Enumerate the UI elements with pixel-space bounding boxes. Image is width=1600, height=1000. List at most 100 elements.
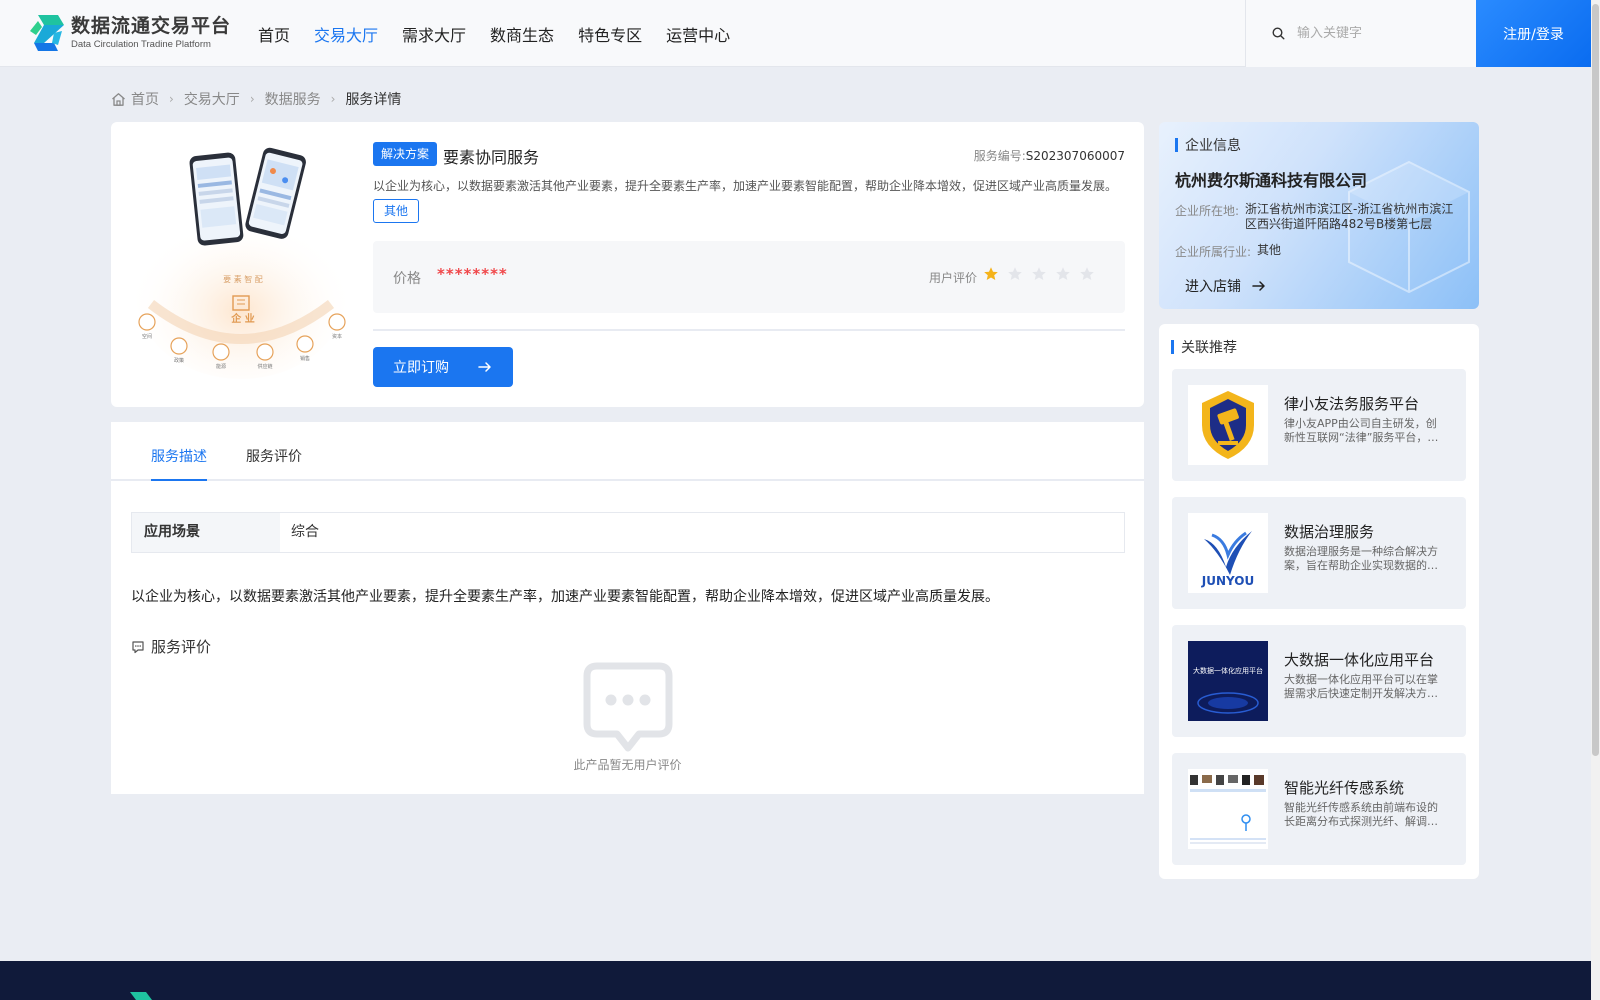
recommend-title: 数据治理服务 bbox=[1284, 523, 1375, 541]
fiber-sensing-thumbnail bbox=[1188, 769, 1268, 849]
recommend-thumbnail: JUNYOU bbox=[1188, 513, 1268, 593]
breadcrumb-current: 服务详情 bbox=[345, 92, 402, 108]
recommend-section-title: 关联推荐 bbox=[1171, 337, 1237, 357]
tab-service-reviews[interactable]: 服务评价 bbox=[246, 446, 302, 466]
service-code: 服务编号:S202307060007 bbox=[974, 147, 1125, 164]
breadcrumb-data-service[interactable]: 数据服务 bbox=[265, 89, 321, 109]
scrollbar-thumb[interactable] bbox=[1592, 4, 1599, 756]
nav-special-zone[interactable]: 特色专区 bbox=[578, 22, 642, 46]
image-node-label: 资本 bbox=[332, 333, 342, 340]
title-accent-bar bbox=[1171, 340, 1174, 354]
recommend-title: 智能光纤传感系统 bbox=[1284, 779, 1405, 797]
arrow-right-icon bbox=[478, 362, 491, 372]
bigdata-platform-thumbnail: 大数据一体化应用平台 bbox=[1188, 641, 1268, 721]
chevron-right-icon: › bbox=[249, 92, 255, 106]
nav-home[interactable]: 首页 bbox=[258, 22, 290, 46]
top-header: 数据流通交易平台 Data Circulation Tradine Platfo… bbox=[0, 0, 1600, 67]
company-location-label: 企业所在地: bbox=[1175, 204, 1240, 218]
image-node-label: 政策 bbox=[174, 357, 184, 364]
star-empty-icon[interactable] bbox=[1007, 266, 1023, 282]
price-box: 价格 ******** 用户评价 bbox=[373, 241, 1125, 313]
service-description-text: 以企业为核心，以数据要素激活其他产业要素，提升全要素生产率，加速产业要素智能配置… bbox=[131, 589, 999, 605]
rating-label: 用户评价 bbox=[929, 271, 978, 285]
login-register-button[interactable]: 注册/登录 bbox=[1476, 0, 1591, 67]
related-recommend-card: 关联推荐 律小友法务服务平台 律小友APP由公司自主研发，创新性互联网“法律”服… bbox=[1159, 324, 1479, 879]
company-location-row: 企业所在地: 浙江省杭州市滨江区-浙江省杭州市滨江区西兴街道阡陌路482号B楼第… bbox=[1175, 202, 1457, 232]
nav-operation-center[interactable]: 运营中心 bbox=[666, 22, 730, 46]
recommend-title: 律小友法务服务平台 bbox=[1284, 395, 1420, 413]
image-node-label: 能源 bbox=[216, 363, 226, 370]
logo-title: 数据流通交易平台 bbox=[71, 15, 232, 37]
tab-service-description[interactable]: 服务描述 bbox=[151, 446, 207, 466]
recommend-description: 律小友APP由公司自主研发，创新性互联网“法律”服务平台，为用户提供专业便捷的法… bbox=[1284, 417, 1439, 444]
rating-stars bbox=[983, 266, 1103, 282]
solution-tag: 解决方案 bbox=[373, 142, 438, 166]
price-label: 价格 bbox=[393, 271, 421, 287]
junyou-logo-text: JUNYOU bbox=[1201, 574, 1254, 588]
recommend-section-label: 关联推荐 bbox=[1181, 340, 1237, 356]
logo-subtitle: Data Circulation Tradine Platform bbox=[71, 39, 211, 50]
search-box bbox=[1245, 0, 1476, 67]
product-header: 解决方案 要素协同服务 服务编号:S202307060007 bbox=[373, 142, 1125, 168]
main-nav: 首页 交易大厅 需求大厅 数商生态 特色专区 运营中心 bbox=[258, 0, 754, 67]
search-input[interactable] bbox=[1297, 26, 1467, 41]
star-empty-icon[interactable] bbox=[1055, 266, 1071, 282]
buy-now-label: 立即订购 bbox=[393, 360, 449, 376]
recommend-title: 大数据一体化应用平台 bbox=[1284, 651, 1435, 669]
nav-demand-hall[interactable]: 需求大厅 bbox=[402, 22, 466, 46]
recommend-thumbnail: 大数据一体化应用平台 bbox=[1188, 641, 1268, 721]
scene-table: 应用场景 综合 bbox=[131, 512, 1125, 553]
shield-gavel-logo-icon bbox=[1202, 391, 1254, 459]
breadcrumb-trading-hall[interactable]: 交易大厅 bbox=[184, 89, 240, 109]
review-section-title: 服务评价 bbox=[131, 636, 211, 657]
breadcrumb-home[interactable]: 首页 bbox=[131, 89, 159, 109]
service-code-label: 服务编号: bbox=[973, 149, 1026, 163]
chevron-right-icon: › bbox=[169, 92, 174, 106]
junyou-logo-icon: JUNYOU bbox=[1201, 531, 1254, 588]
category-tag[interactable]: 其他 bbox=[373, 199, 420, 223]
company-name: 杭州费尔斯通科技有限公司 bbox=[1175, 171, 1368, 190]
recommend-item[interactable]: 智能光纤传感系统 智能光纤传感系统由前端布设的长距离分布式探测光纤、解调设备及管… bbox=[1172, 753, 1466, 865]
recommend-thumbnail bbox=[1188, 385, 1268, 465]
platform-logo[interactable]: 数据流通交易平台 Data Circulation Tradine Platfo… bbox=[28, 13, 231, 53]
image-node-label: 空间 bbox=[142, 333, 152, 340]
product-title: 要素协同服务 bbox=[443, 148, 540, 167]
thumbnail-caption: 大数据一体化应用平台 bbox=[1193, 666, 1263, 675]
recommend-item[interactable]: 律小友法务服务平台 律小友APP由公司自主研发，创新性互联网“法律”服务平台，为… bbox=[1172, 369, 1466, 481]
star-empty-icon[interactable] bbox=[1079, 266, 1095, 282]
image-center-label: 企 业 bbox=[230, 312, 254, 325]
scene-value: 综合 bbox=[291, 524, 319, 540]
tab-active-indicator bbox=[151, 479, 207, 481]
breadcrumb: 首页 › 交易大厅 › 数据服务 › 服务详情 bbox=[111, 89, 401, 109]
nav-ecosystem[interactable]: 数商生态 bbox=[490, 22, 554, 46]
price-value: ******** bbox=[437, 265, 508, 283]
star-empty-icon[interactable] bbox=[1031, 266, 1047, 282]
service-code-value: S202307060007 bbox=[1025, 149, 1125, 163]
company-industry-label: 企业所属行业: bbox=[1175, 245, 1252, 259]
page-scrollbar[interactable] bbox=[1591, 0, 1600, 1000]
buy-now-button[interactable]: 立即订购 bbox=[373, 347, 513, 387]
recommend-description: 大数据一体化应用平台可以在掌握需求后快速定制开发解决方案，满足多种业务场景。 bbox=[1284, 673, 1438, 700]
detail-card: 服务描述 服务评价 应用场景 综合 以企业为核心，以数据要素激活其他产业要素，提… bbox=[111, 422, 1144, 794]
company-section-label: 企业信息 bbox=[1185, 138, 1241, 154]
comment-icon bbox=[132, 640, 144, 653]
company-industry-value: 其他 bbox=[1257, 243, 1282, 257]
search-icon[interactable] bbox=[1272, 27, 1285, 40]
company-info-card: 企业信息 杭州费尔斯通科技有限公司 企业所在地: 浙江省杭州市滨江区-浙江省杭州… bbox=[1159, 122, 1479, 309]
divider bbox=[373, 329, 1125, 331]
image-node-label: 供应链 bbox=[257, 363, 272, 370]
enter-shop-link[interactable]: 进入店铺 bbox=[1185, 276, 1267, 296]
company-location-value: 浙江省杭州市滨江区-浙江省杭州市滨江区西兴街道阡陌路482号B楼第七层 bbox=[1245, 202, 1454, 231]
star-filled-icon[interactable] bbox=[983, 266, 999, 282]
company-section-title: 企业信息 bbox=[1175, 135, 1241, 155]
page-footer bbox=[0, 961, 1591, 1000]
recommend-item[interactable]: JUNYOU 数据治理服务 数据治理服务是一种综合解决方案，旨在帮助企业实现数据… bbox=[1172, 497, 1466, 609]
recommend-description: 智能光纤传感系统由前端布设的长距离分布式探测光纤、解调设备及管理平台组成。 bbox=[1284, 801, 1438, 828]
product-description: 以企业为核心，以数据要素激活其他产业要素，提升全要素生产率，加速产业要素智能配置… bbox=[373, 179, 1118, 193]
title-accent-bar bbox=[1175, 138, 1178, 152]
nav-trading-hall[interactable]: 交易大厅 bbox=[314, 22, 378, 46]
review-title: 服务评价 bbox=[151, 638, 212, 656]
product-image: 要 素 智 配 企 业 空间 政策 能源 供应链 销售 资本 bbox=[136, 147, 346, 379]
empty-comment-icon bbox=[583, 662, 673, 752]
recommend-item[interactable]: 大数据一体化应用平台 大数据一体化应用平台 大数据一体化应用平台可以在掌握需求后… bbox=[1172, 625, 1466, 737]
